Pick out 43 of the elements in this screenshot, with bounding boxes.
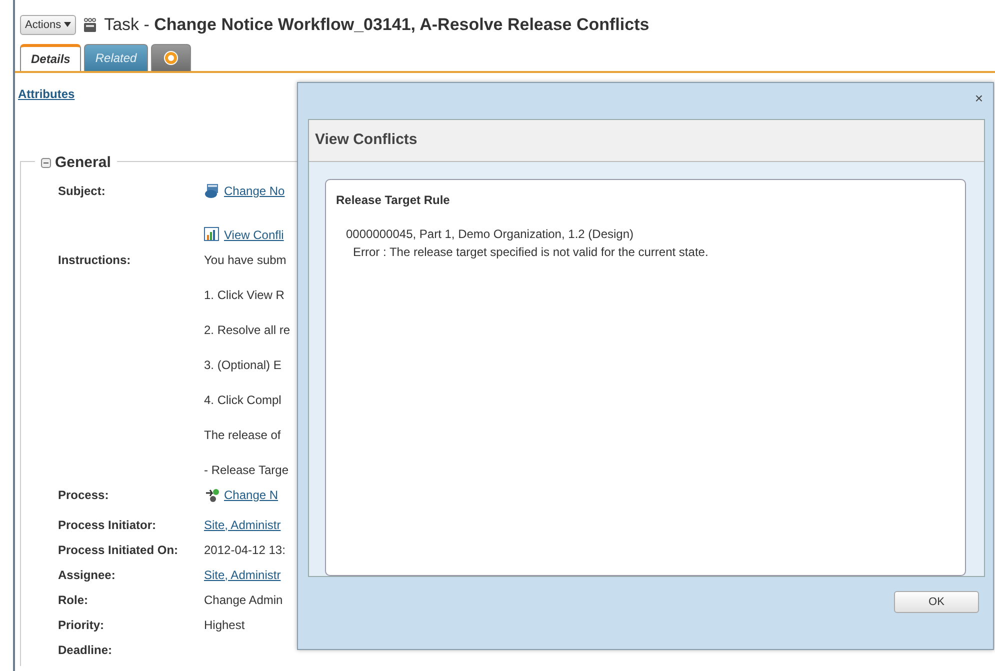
actions-button[interactable]: Actions bbox=[20, 14, 76, 35]
field-label: Process Initiator: bbox=[58, 516, 158, 534]
task-icon bbox=[82, 16, 98, 33]
field-label: Assignee: bbox=[58, 566, 116, 584]
field-value: 2012-04-12 13: bbox=[204, 542, 286, 558]
section-heading: Release Target Rule bbox=[336, 192, 451, 209]
section-title: General bbox=[55, 152, 111, 172]
caret-icon bbox=[64, 22, 72, 28]
add-tab[interactable] bbox=[150, 44, 191, 70]
field-value: 2. Resolve all re bbox=[204, 322, 290, 338]
field-label: Process: bbox=[58, 486, 110, 504]
field-label: Priority: bbox=[58, 616, 106, 634]
field-label: Instructions: bbox=[58, 252, 132, 268]
tab[interactable]: Details bbox=[20, 44, 82, 70]
field-link[interactable]: Site, Administr bbox=[204, 516, 281, 534]
field-value: The release of bbox=[204, 426, 281, 444]
field-value: 1. Click View R bbox=[204, 286, 284, 304]
ok-button[interactable]: OK bbox=[894, 591, 979, 613]
dialog-title: View Conflicts bbox=[315, 130, 418, 150]
field-link[interactable]: View Confli bbox=[224, 226, 284, 244]
field-value: Change Admin bbox=[204, 592, 283, 608]
field-link[interactable]: Change No bbox=[224, 182, 285, 200]
collapse-icon[interactable] bbox=[41, 158, 51, 168]
field-link[interactable]: Change N bbox=[224, 486, 278, 504]
field-value: Highest bbox=[204, 616, 245, 634]
document-icon bbox=[204, 183, 220, 198]
field-value: 4. Click Compl bbox=[204, 392, 282, 408]
chart-icon bbox=[204, 227, 220, 242]
field-value: You have subm bbox=[204, 252, 286, 268]
field-value: 3. (Optional) E bbox=[204, 356, 282, 374]
add-icon bbox=[164, 51, 178, 66]
field-label: Role: bbox=[58, 592, 89, 608]
field-label: Subject: bbox=[58, 182, 106, 200]
attributes-link[interactable]: Attributes bbox=[18, 84, 75, 102]
conflict-text: 0000000045, Part 1, Demo Organization, 1.2 (Design) bbox=[345, 226, 635, 243]
process-icon bbox=[204, 487, 220, 502]
field-label: Process Initiated On: bbox=[58, 542, 180, 558]
close-button[interactable]: × bbox=[974, 91, 983, 105]
page-title: Task - Change Notice Workflow_03141, A-Resolve Release Conflicts bbox=[104, 14, 650, 36]
field-label: Deadline: bbox=[58, 642, 114, 658]
field-link[interactable]: Site, Administr bbox=[204, 566, 281, 584]
conflict-text: Error : The release target specified is not valid for the current state. bbox=[352, 244, 710, 261]
field-value: - Release Targe bbox=[204, 462, 288, 478]
